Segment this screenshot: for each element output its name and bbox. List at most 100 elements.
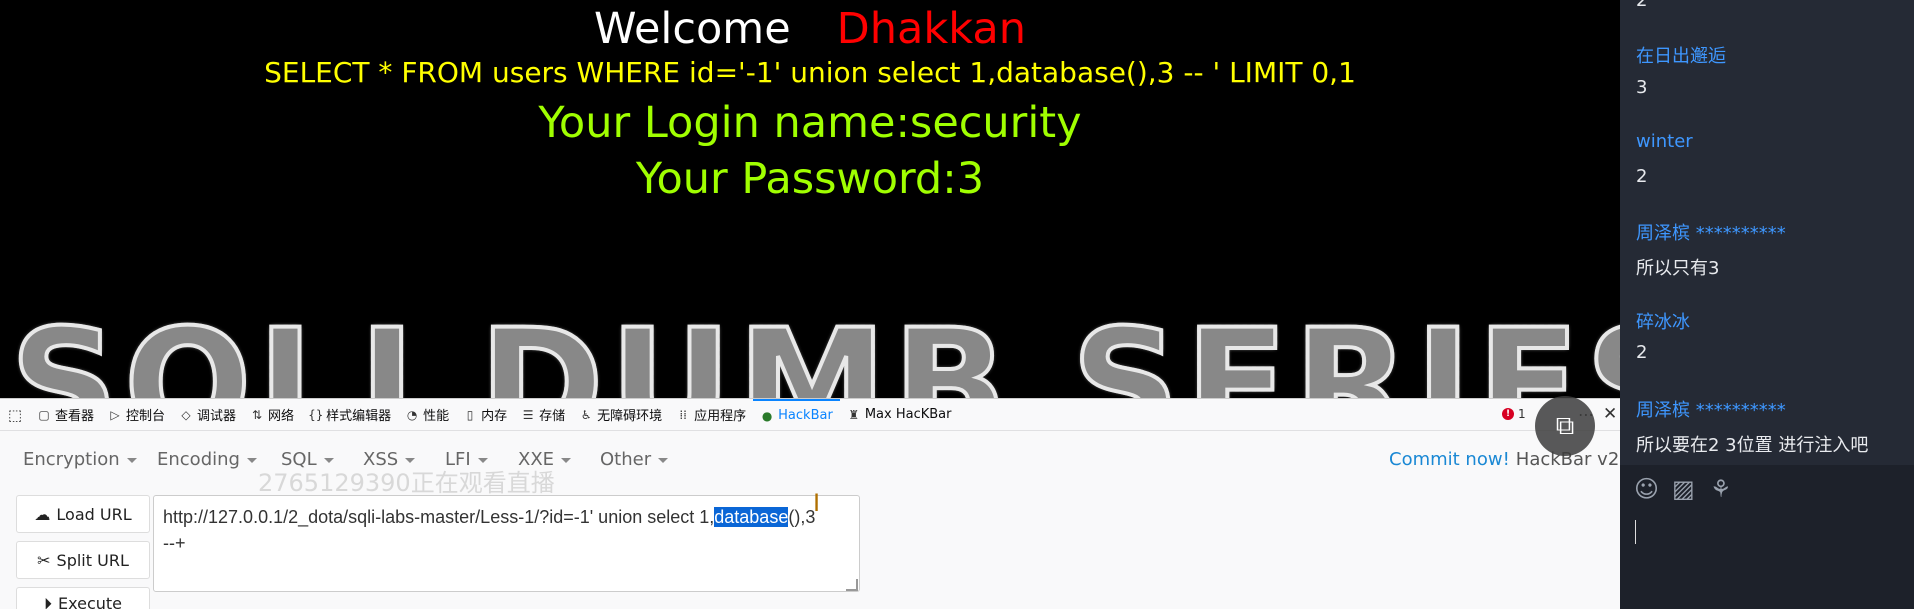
- live-chat-panel: 2 在日出邂逅 3 winter 2 周泽槟 ********** 所以只有3 …: [1620, 0, 1914, 609]
- chat-username[interactable]: 周泽槟 **********: [1636, 219, 1786, 245]
- welcome-heading: Welcome Dhakkan: [0, 4, 1620, 54]
- text-cursor-icon: I: [813, 489, 821, 517]
- performance-icon: ◔: [406, 407, 418, 422]
- commit-label: Commit now!: [1389, 449, 1510, 470]
- tab-label: 内存: [481, 409, 508, 424]
- chat-message-list: 2 在日出邂逅 3 winter 2 周泽槟 ********** 所以只有3 …: [1620, 0, 1914, 465]
- emoji-icon[interactable]: ☺: [1634, 475, 1659, 503]
- sql-query-text: SELECT * FROM users WHERE id='-1' union …: [264, 56, 1356, 89]
- menu-label: Encoding: [157, 449, 240, 470]
- caret-down-icon: [658, 457, 669, 463]
- chat-message-text: 所以只有3: [1636, 258, 1720, 279]
- caret-down-icon: [126, 457, 137, 463]
- chat-message-text: 2: [1636, 342, 1648, 363]
- tab-performance[interactable]: ◔ 性能: [398, 399, 456, 431]
- cloud-download-icon: ☁: [34, 504, 51, 524]
- menu-encoding[interactable]: Encoding: [157, 449, 257, 470]
- load-url-button[interactable]: ☁ Load URL: [16, 495, 150, 533]
- tab-label: 查看器: [55, 409, 95, 424]
- tab-label: 调试器: [197, 409, 237, 424]
- caret-down-icon: [323, 457, 334, 463]
- chat-input-area[interactable]: ☺ ▨ ⚘: [1620, 465, 1914, 609]
- tab-label: 网络: [268, 409, 295, 424]
- tab-label: 应用程序: [694, 409, 747, 424]
- browser-page: Welcome Dhakkan SELECT * FROM users WHERE…: [0, 0, 1620, 398]
- split-url-button[interactable]: ✂ Split URL: [16, 541, 150, 579]
- resize-grip-icon[interactable]: [846, 579, 858, 591]
- button-label: Execute: [58, 594, 122, 609]
- tab-memory[interactable]: ▯ 内存: [456, 399, 514, 431]
- console-icon: ▷: [110, 407, 120, 422]
- chat-message-text: 2: [1636, 166, 1648, 187]
- chat-text-cursor: [1635, 520, 1636, 544]
- chat-username[interactable]: winter: [1636, 131, 1693, 152]
- caret-down-icon: [561, 457, 572, 463]
- button-label: Split URL: [56, 550, 129, 570]
- image-icon[interactable]: ▨: [1672, 475, 1695, 503]
- tab-inspector[interactable]: ▢ 查看器: [30, 399, 101, 431]
- execute-button[interactable]: ⏵ Execute: [16, 587, 150, 609]
- login-name-text: Your Login name:security: [538, 98, 1082, 148]
- screen-capture-icon[interactable]: ⧉: [1535, 396, 1595, 456]
- max-hackbar-icon: ♜: [848, 407, 860, 422]
- error-counter[interactable]: ! 1: [1502, 407, 1526, 421]
- caret-down-icon: [246, 457, 257, 463]
- tab-console[interactable]: ▷ 控制台: [101, 399, 172, 431]
- devtools-panel: ⬚ ▢ 查看器 ▷ 控制台 ◇ 调试器 ⇅ 网络 {} 样式编辑器 ◔ 性能 ▯ 内存 ☰ 存储…: [0, 398, 1620, 609]
- hackbar-icon: ●: [761, 408, 773, 423]
- tab-style-editor[interactable]: {} 样式编辑器: [301, 399, 398, 431]
- chat-username[interactable]: 周泽槟 **********: [1636, 396, 1786, 422]
- chat-message-text: 2: [1636, 0, 1648, 11]
- error-count: 1: [1518, 407, 1526, 421]
- tab-network[interactable]: ⇅ 网络: [243, 399, 301, 431]
- chat-message-text: 3: [1636, 77, 1648, 98]
- caret-down-icon: [477, 457, 488, 463]
- password-text: Your Password:3: [635, 154, 985, 204]
- menu-other[interactable]: Other: [600, 449, 669, 470]
- storage-icon: ☰: [522, 407, 534, 422]
- chat-username[interactable]: 在日出邂逅: [1636, 42, 1726, 68]
- tab-max-hackbar[interactable]: ♜ Max HacKBar: [840, 399, 959, 431]
- hackbar-menu: Encryption Encoding SQL XSS LFI XXE Othe…: [0, 443, 1620, 473]
- tab-label: HackBar: [778, 408, 833, 423]
- tab-label: 样式编辑器: [326, 409, 392, 424]
- sqli-dumb-series-banner: SQLI DUMB SERIES: [8, 308, 1620, 398]
- tab-storage[interactable]: ☰ 存储: [514, 399, 572, 431]
- network-icon: ⇅: [252, 407, 263, 422]
- url-text-after: (),3: [788, 507, 816, 527]
- menu-label: Other: [600, 449, 652, 470]
- style-editor-icon: {}: [308, 407, 324, 422]
- element-picker-icon[interactable]: ⬚: [0, 399, 30, 431]
- welcome-word: Welcome: [593, 4, 791, 54]
- tab-accessibility[interactable]: ♿ 无障碍环境: [572, 399, 669, 431]
- chat-message-text: 所以要在2 3位置 进行注入吧: [1636, 435, 1869, 456]
- tab-debugger[interactable]: ◇ 调试器: [172, 399, 243, 431]
- inspector-icon: ▢: [38, 407, 50, 422]
- play-icon: ⏵: [44, 594, 53, 609]
- tab-label: Max HacKBar: [864, 407, 952, 422]
- tab-application[interactable]: ⁞⁞ 应用程序: [669, 399, 753, 431]
- menu-encryption[interactable]: Encryption: [23, 449, 137, 470]
- tab-label: 性能: [423, 409, 450, 424]
- tab-label: 控制台: [126, 409, 166, 424]
- debugger-icon: ◇: [181, 407, 191, 422]
- url-text: http://127.0.0.1/2_dota/sqli-labs-master…: [163, 507, 715, 527]
- application-icon: ⁞⁞: [679, 407, 687, 422]
- tab-label: 无障碍环境: [597, 409, 663, 424]
- accessibility-icon: ♿: [580, 407, 592, 422]
- welcome-name: Dhakkan: [836, 4, 1027, 54]
- menu-label: Encryption: [23, 449, 120, 470]
- chat-username[interactable]: 碎冰冰: [1636, 308, 1690, 334]
- devtools-toolbar: ⬚ ▢ 查看器 ▷ 控制台 ◇ 调试器 ⇅ 网络 {} 样式编辑器 ◔ 性能 ▯ 内存 ☰ 存储…: [0, 398, 1620, 431]
- commit-link[interactable]: Commit now! HackBar v2: [1389, 449, 1619, 470]
- url-textarea[interactable]: http://127.0.0.1/2_dota/sqli-labs-master…: [153, 495, 860, 592]
- button-label: Load URL: [56, 504, 132, 524]
- caret-down-icon: [405, 457, 416, 463]
- viewer-watermark: 2765129390正在观看直播: [258, 469, 555, 497]
- tab-label: 存储: [539, 409, 566, 424]
- tab-hackbar[interactable]: ● HackBar: [753, 398, 840, 431]
- error-icon: !: [1502, 408, 1514, 420]
- close-icon[interactable]: ✕: [1603, 404, 1617, 424]
- gift-icon[interactable]: ⚘: [1710, 475, 1732, 503]
- url-text-line2: --+: [163, 533, 186, 553]
